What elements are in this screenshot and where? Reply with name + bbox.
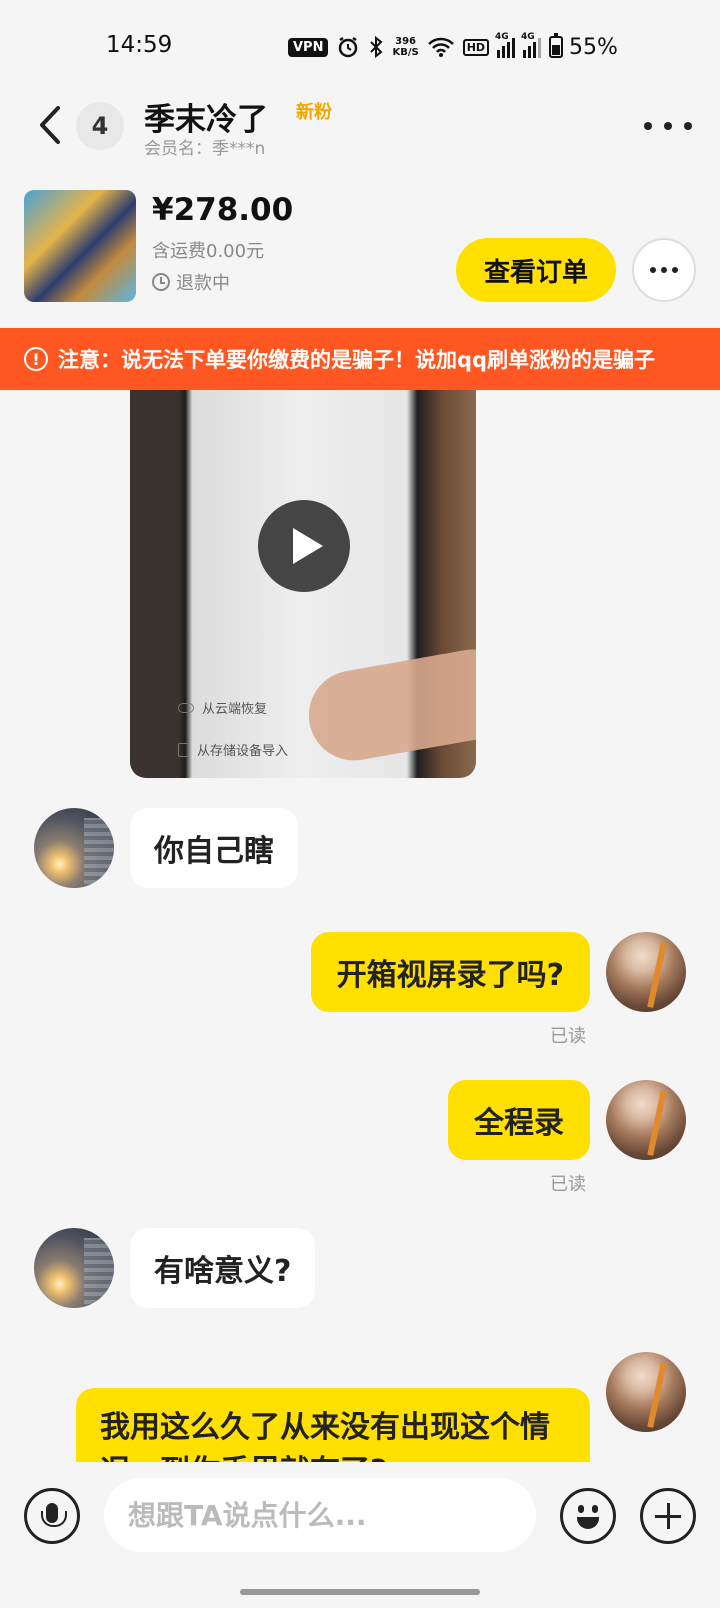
emoji-icon (578, 1505, 584, 1513)
alert-circle-icon: ! (24, 347, 48, 371)
signal-icon-1: 4G (495, 32, 516, 58)
status-time: 14:59 (106, 32, 173, 58)
play-icon (293, 528, 323, 564)
order-shipping: 含运费0.00元 (152, 241, 265, 262)
more-horizontal-icon (644, 122, 652, 130)
self-avatar[interactable] (606, 1352, 686, 1432)
new-fan-badge: 新粉 (296, 102, 332, 123)
emoji-button[interactable] (560, 1488, 616, 1544)
order-more-button[interactable] (632, 238, 696, 302)
warning-text: 注意：说无法下单要你缴费的是骗子！说加qq刷单涨粉的是骗子 (58, 348, 656, 372)
message-bubble-other[interactable]: 有啥意义? (130, 1228, 316, 1308)
clock-icon (152, 273, 170, 291)
message-bubble-self[interactable]: 全程录 (448, 1080, 590, 1160)
product-thumbnail[interactable] (24, 190, 136, 302)
read-receipt: 已读 (550, 1174, 586, 1195)
bluetooth-icon (370, 35, 383, 59)
chat-header: 4 季末冷了 新粉 会员名：季***n (0, 90, 720, 170)
microphone-icon (41, 1503, 67, 1527)
alarm-icon (339, 36, 358, 58)
chevron-left-icon (40, 106, 60, 144)
video-caption-import: 从存储设备导入 (178, 740, 288, 759)
contact-avatar[interactable] (34, 1228, 114, 1308)
member-name: 会员名：季***n (144, 139, 266, 159)
signal-icon-2: 4G (521, 32, 542, 58)
message-input[interactable] (104, 1478, 536, 1552)
home-indicator[interactable] (240, 1589, 480, 1595)
contact-avatar[interactable] (34, 808, 114, 888)
voice-button[interactable] (24, 1488, 80, 1544)
play-button[interactable] (258, 500, 350, 592)
order-status-label: 退款中 (176, 273, 230, 294)
read-receipt: 已读 (550, 1026, 586, 1047)
self-avatar[interactable] (606, 932, 686, 1012)
self-avatar[interactable] (606, 1080, 686, 1160)
message-bubble-other[interactable]: 你自己瞎 (130, 808, 298, 888)
order-status: 退款中 (152, 269, 230, 295)
message-bubble-self[interactable]: 开箱视屏录了吗? (310, 932, 590, 1012)
order-price: ¥278.00 (152, 192, 294, 228)
back-button[interactable] (32, 102, 72, 148)
cloud-icon (178, 702, 194, 713)
net-speed: 396 KB/S (392, 36, 419, 58)
unread-count-badge[interactable]: 4 (76, 102, 124, 150)
battery-icon (549, 33, 564, 58)
battery: 55% (549, 33, 618, 60)
status-bar: 14:59 VPN 396 KB/S HD 4G 4G 55% (0, 0, 720, 90)
more-horizontal-icon (650, 267, 656, 273)
view-order-button[interactable]: 查看订单 (456, 238, 616, 302)
battery-percent: 55% (569, 34, 618, 60)
hd-icon: HD (462, 38, 490, 56)
video-thumbnail-finger (301, 642, 476, 768)
wifi-icon (427, 37, 454, 57)
order-card: ¥278.00 含运费0.00元 退款中 查看订单 (0, 176, 720, 326)
file-icon (178, 742, 189, 757)
video-message[interactable]: 从云端恢复 从存储设备导入 (130, 390, 476, 778)
input-bar (0, 1462, 720, 1572)
status-icons: VPN 396 KB/S HD 4G 4G 55% (288, 30, 618, 64)
vpn-icon: VPN (288, 37, 329, 57)
plus-button[interactable] (640, 1488, 696, 1544)
video-caption-restore: 从云端恢复 (178, 698, 267, 717)
more-button[interactable] (644, 112, 692, 140)
contact-name: 季末冷了 (144, 102, 268, 138)
warning-banner: ! 注意：说无法下单要你缴费的是骗子！说加qq刷单涨粉的是骗子 (0, 328, 720, 390)
